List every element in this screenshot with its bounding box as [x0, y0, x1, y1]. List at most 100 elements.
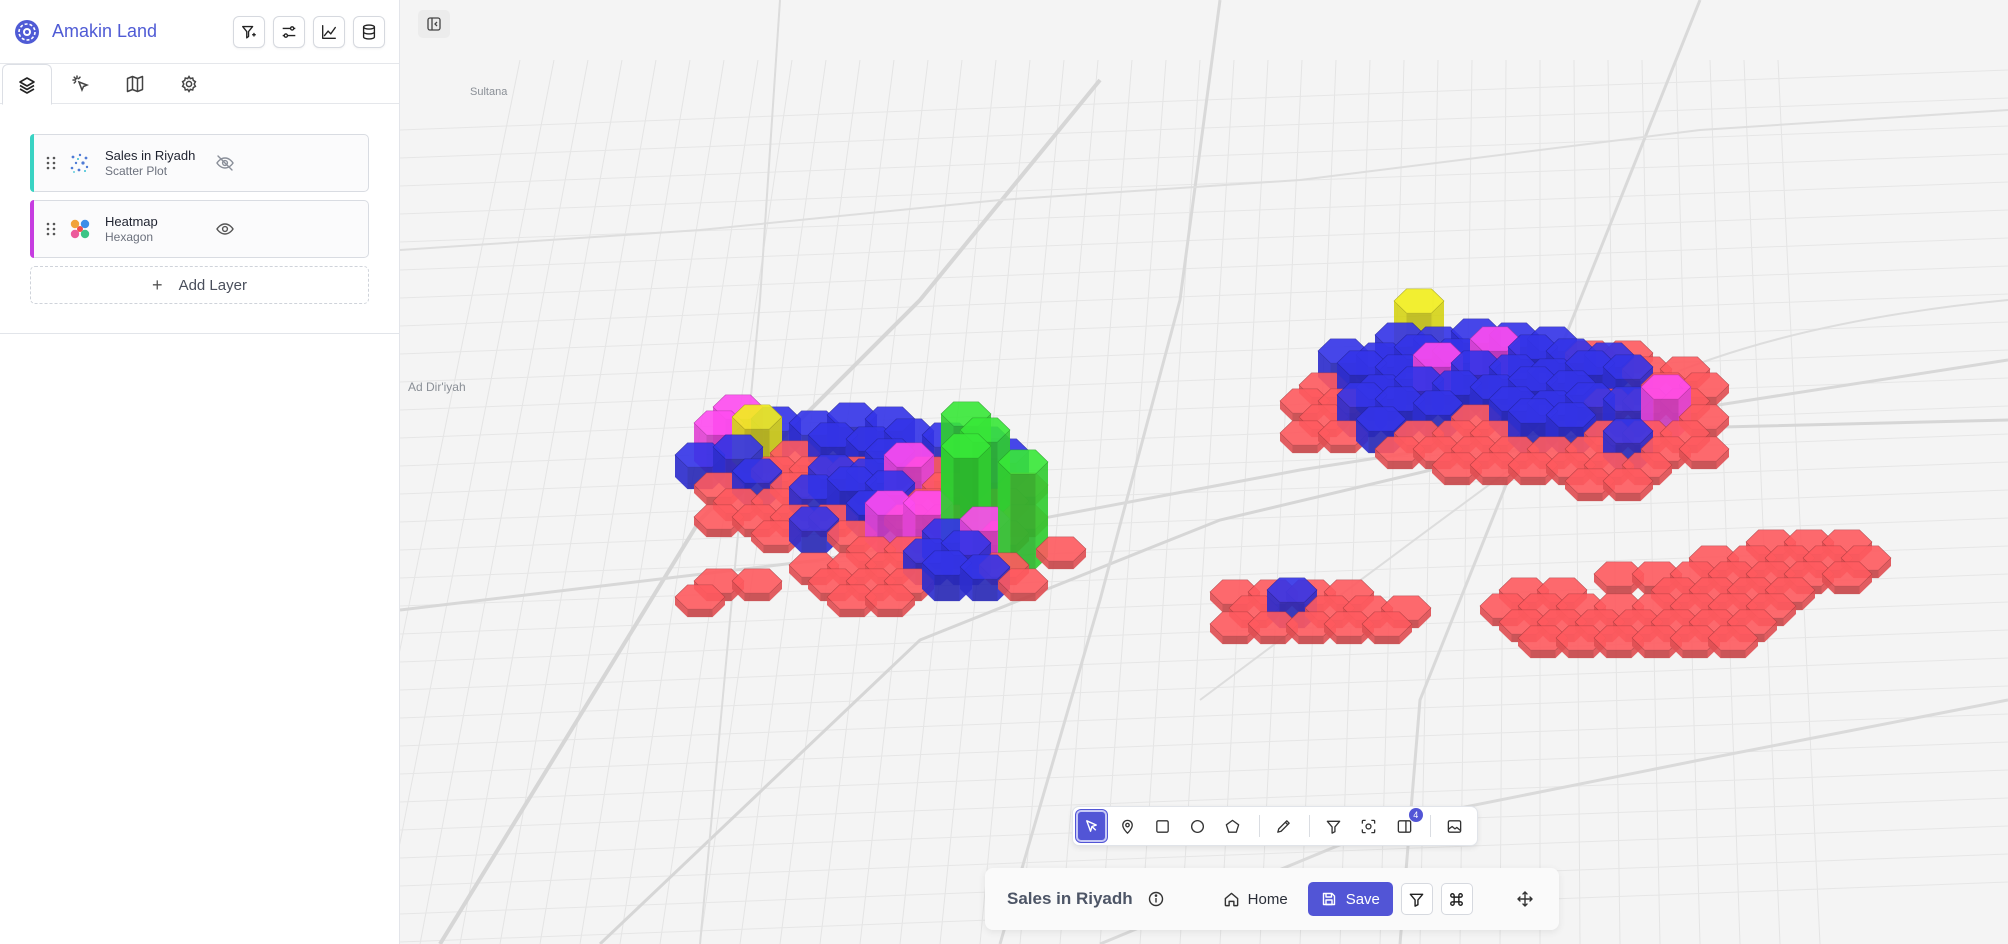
gear-icon	[181, 75, 197, 93]
home-button[interactable]: Home	[1223, 891, 1288, 908]
map-road	[400, 349, 2008, 411]
hex-side	[744, 593, 770, 602]
settings-sliders-icon	[282, 25, 296, 38]
place-label-sultana: Sultana	[470, 86, 508, 98]
hex-side	[1292, 445, 1318, 454]
focus-tool-button[interactable]	[1353, 810, 1384, 842]
map-road	[1607, 59, 1621, 944]
hex-column[interactable]	[1035, 536, 1087, 570]
draw-toolbar: 4	[1072, 806, 1478, 846]
pencil-tool-button[interactable]	[1268, 810, 1299, 842]
hex-side	[1336, 636, 1362, 645]
pin-icon	[1121, 819, 1133, 834]
tab-layers[interactable]	[2, 64, 52, 105]
layer-name: Sales in Riyadh	[105, 147, 196, 163]
hex-side	[1222, 636, 1248, 645]
drag-handle-icon[interactable]	[45, 155, 57, 171]
hex-side	[1444, 477, 1470, 486]
eye-icon[interactable]	[215, 219, 235, 239]
app-logo-icon	[15, 19, 39, 44]
rectangle-icon	[1156, 819, 1169, 833]
tab-settings[interactable]	[164, 64, 214, 104]
hexagon-layer-icon	[70, 219, 90, 239]
hex-column[interactable]	[997, 568, 1049, 602]
map-road	[400, 293, 2008, 355]
bottom-bar: Sales in Riyadh Home Save	[985, 868, 1559, 930]
hex-side	[687, 609, 713, 618]
layer-item-heatmap[interactable]: Heatmap Hexagon	[30, 200, 369, 258]
hex-column[interactable]	[674, 584, 726, 618]
save-button[interactable]: Save	[1307, 882, 1393, 916]
command-button[interactable]	[1440, 883, 1473, 915]
panel-icon	[1397, 819, 1411, 833]
database-button[interactable]	[353, 15, 385, 48]
circle-icon	[1191, 819, 1205, 833]
hex-side	[1834, 586, 1860, 595]
map-road	[400, 433, 2008, 495]
hex-side	[706, 529, 732, 538]
map-icon	[126, 75, 144, 93]
layer-item-sales-in-riyadh[interactable]: Sales in Riyadh Scatter Plot	[30, 134, 369, 192]
hex-column[interactable]	[864, 584, 916, 618]
eye-off-icon[interactable]	[215, 153, 235, 173]
database-icon	[362, 23, 376, 40]
chart-button[interactable]	[313, 15, 345, 48]
settings-sliders-button[interactable]	[273, 15, 305, 48]
map-road	[400, 321, 2008, 383]
layers-panel: Sales in Riyadh Scatter Plot Heatmap Hex…	[0, 104, 399, 334]
panel-tool-button[interactable]: 4	[1388, 808, 1423, 842]
hex-column[interactable]	[1707, 625, 1759, 659]
chart-icon	[322, 24, 336, 39]
place-label-ad-diriyah: Ad Dir'iyah	[408, 380, 466, 394]
pin-tool-button[interactable]	[1111, 810, 1142, 842]
filter-button[interactable]	[1400, 883, 1433, 915]
layer-text: Heatmap Hexagon	[105, 214, 215, 245]
circle-tool-button[interactable]	[1182, 810, 1213, 842]
image-tool-button[interactable]	[1439, 810, 1470, 842]
toolbar-divider	[1258, 815, 1260, 837]
app-root: Amakin Land Sales in Riyadh Scatter Plot…	[0, 0, 2008, 944]
sidebar-collapse-icon	[427, 17, 441, 31]
pencil-icon	[1276, 819, 1290, 833]
hex-column[interactable]	[1821, 561, 1873, 595]
layer-name: Heatmap	[105, 213, 158, 229]
hex-column[interactable]	[1361, 611, 1413, 645]
map-canvas[interactable]: Sultana Ad Dir'iyah	[400, 0, 2008, 944]
hex-side	[1374, 636, 1400, 645]
sidebar-tabs	[0, 64, 399, 105]
hex-column[interactable]	[731, 568, 783, 602]
hex-side	[1682, 650, 1708, 659]
hex-side	[1568, 650, 1594, 659]
hex-side	[1691, 461, 1717, 470]
hex-side	[763, 545, 789, 554]
hex-side	[1387, 461, 1413, 470]
add-layer-button[interactable]: + Add Layer	[30, 266, 369, 304]
collapse-sidebar-button[interactable]	[418, 10, 450, 38]
hex-side	[1530, 650, 1556, 659]
filter-icon	[1410, 893, 1424, 907]
hex-side	[1048, 561, 1074, 570]
drag-handle-icon[interactable]	[45, 221, 57, 237]
tab-interactions[interactable]	[56, 64, 106, 104]
map-base	[400, 0, 2008, 944]
focus-icon	[1361, 819, 1376, 833]
hex-side	[1615, 493, 1641, 502]
hex-side	[972, 579, 998, 602]
map-road	[400, 685, 2008, 747]
filter-tool-button[interactable]	[1318, 810, 1349, 842]
map-road	[400, 153, 2008, 215]
home-icon	[1224, 892, 1239, 906]
layer-type: Hexagon	[105, 229, 154, 244]
pointer-icon	[1086, 819, 1098, 832]
hex-column[interactable]	[1602, 468, 1654, 502]
map-road	[400, 59, 521, 652]
pointer-tool-button[interactable]	[1076, 810, 1108, 842]
filter-sparkle-button[interactable]	[233, 15, 265, 48]
hex-side	[934, 575, 960, 602]
rectangle-tool-button[interactable]	[1147, 810, 1178, 842]
map-road	[1777, 59, 1821, 944]
tab-map[interactable]	[110, 64, 160, 104]
polygon-tool-button[interactable]	[1217, 810, 1248, 842]
move-handle-button[interactable]	[1513, 887, 1537, 911]
info-icon[interactable]	[1147, 890, 1165, 908]
